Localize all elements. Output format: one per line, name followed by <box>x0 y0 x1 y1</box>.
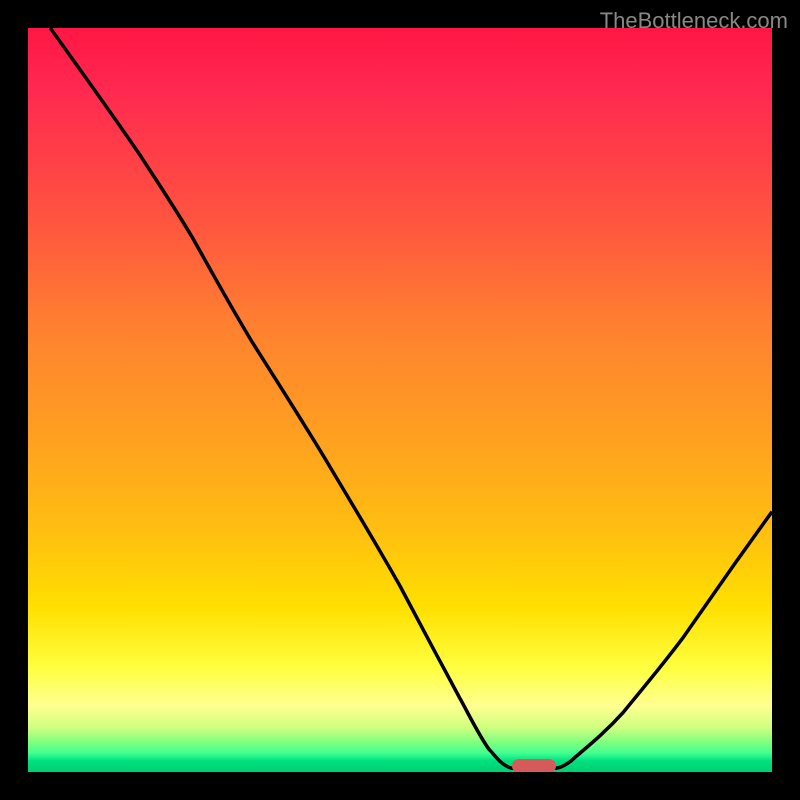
watermark-text: TheBottleneck.com <box>600 8 788 34</box>
optimal-zone-marker <box>512 759 557 772</box>
chart-area <box>28 28 772 772</box>
bottleneck-curve <box>28 28 772 772</box>
